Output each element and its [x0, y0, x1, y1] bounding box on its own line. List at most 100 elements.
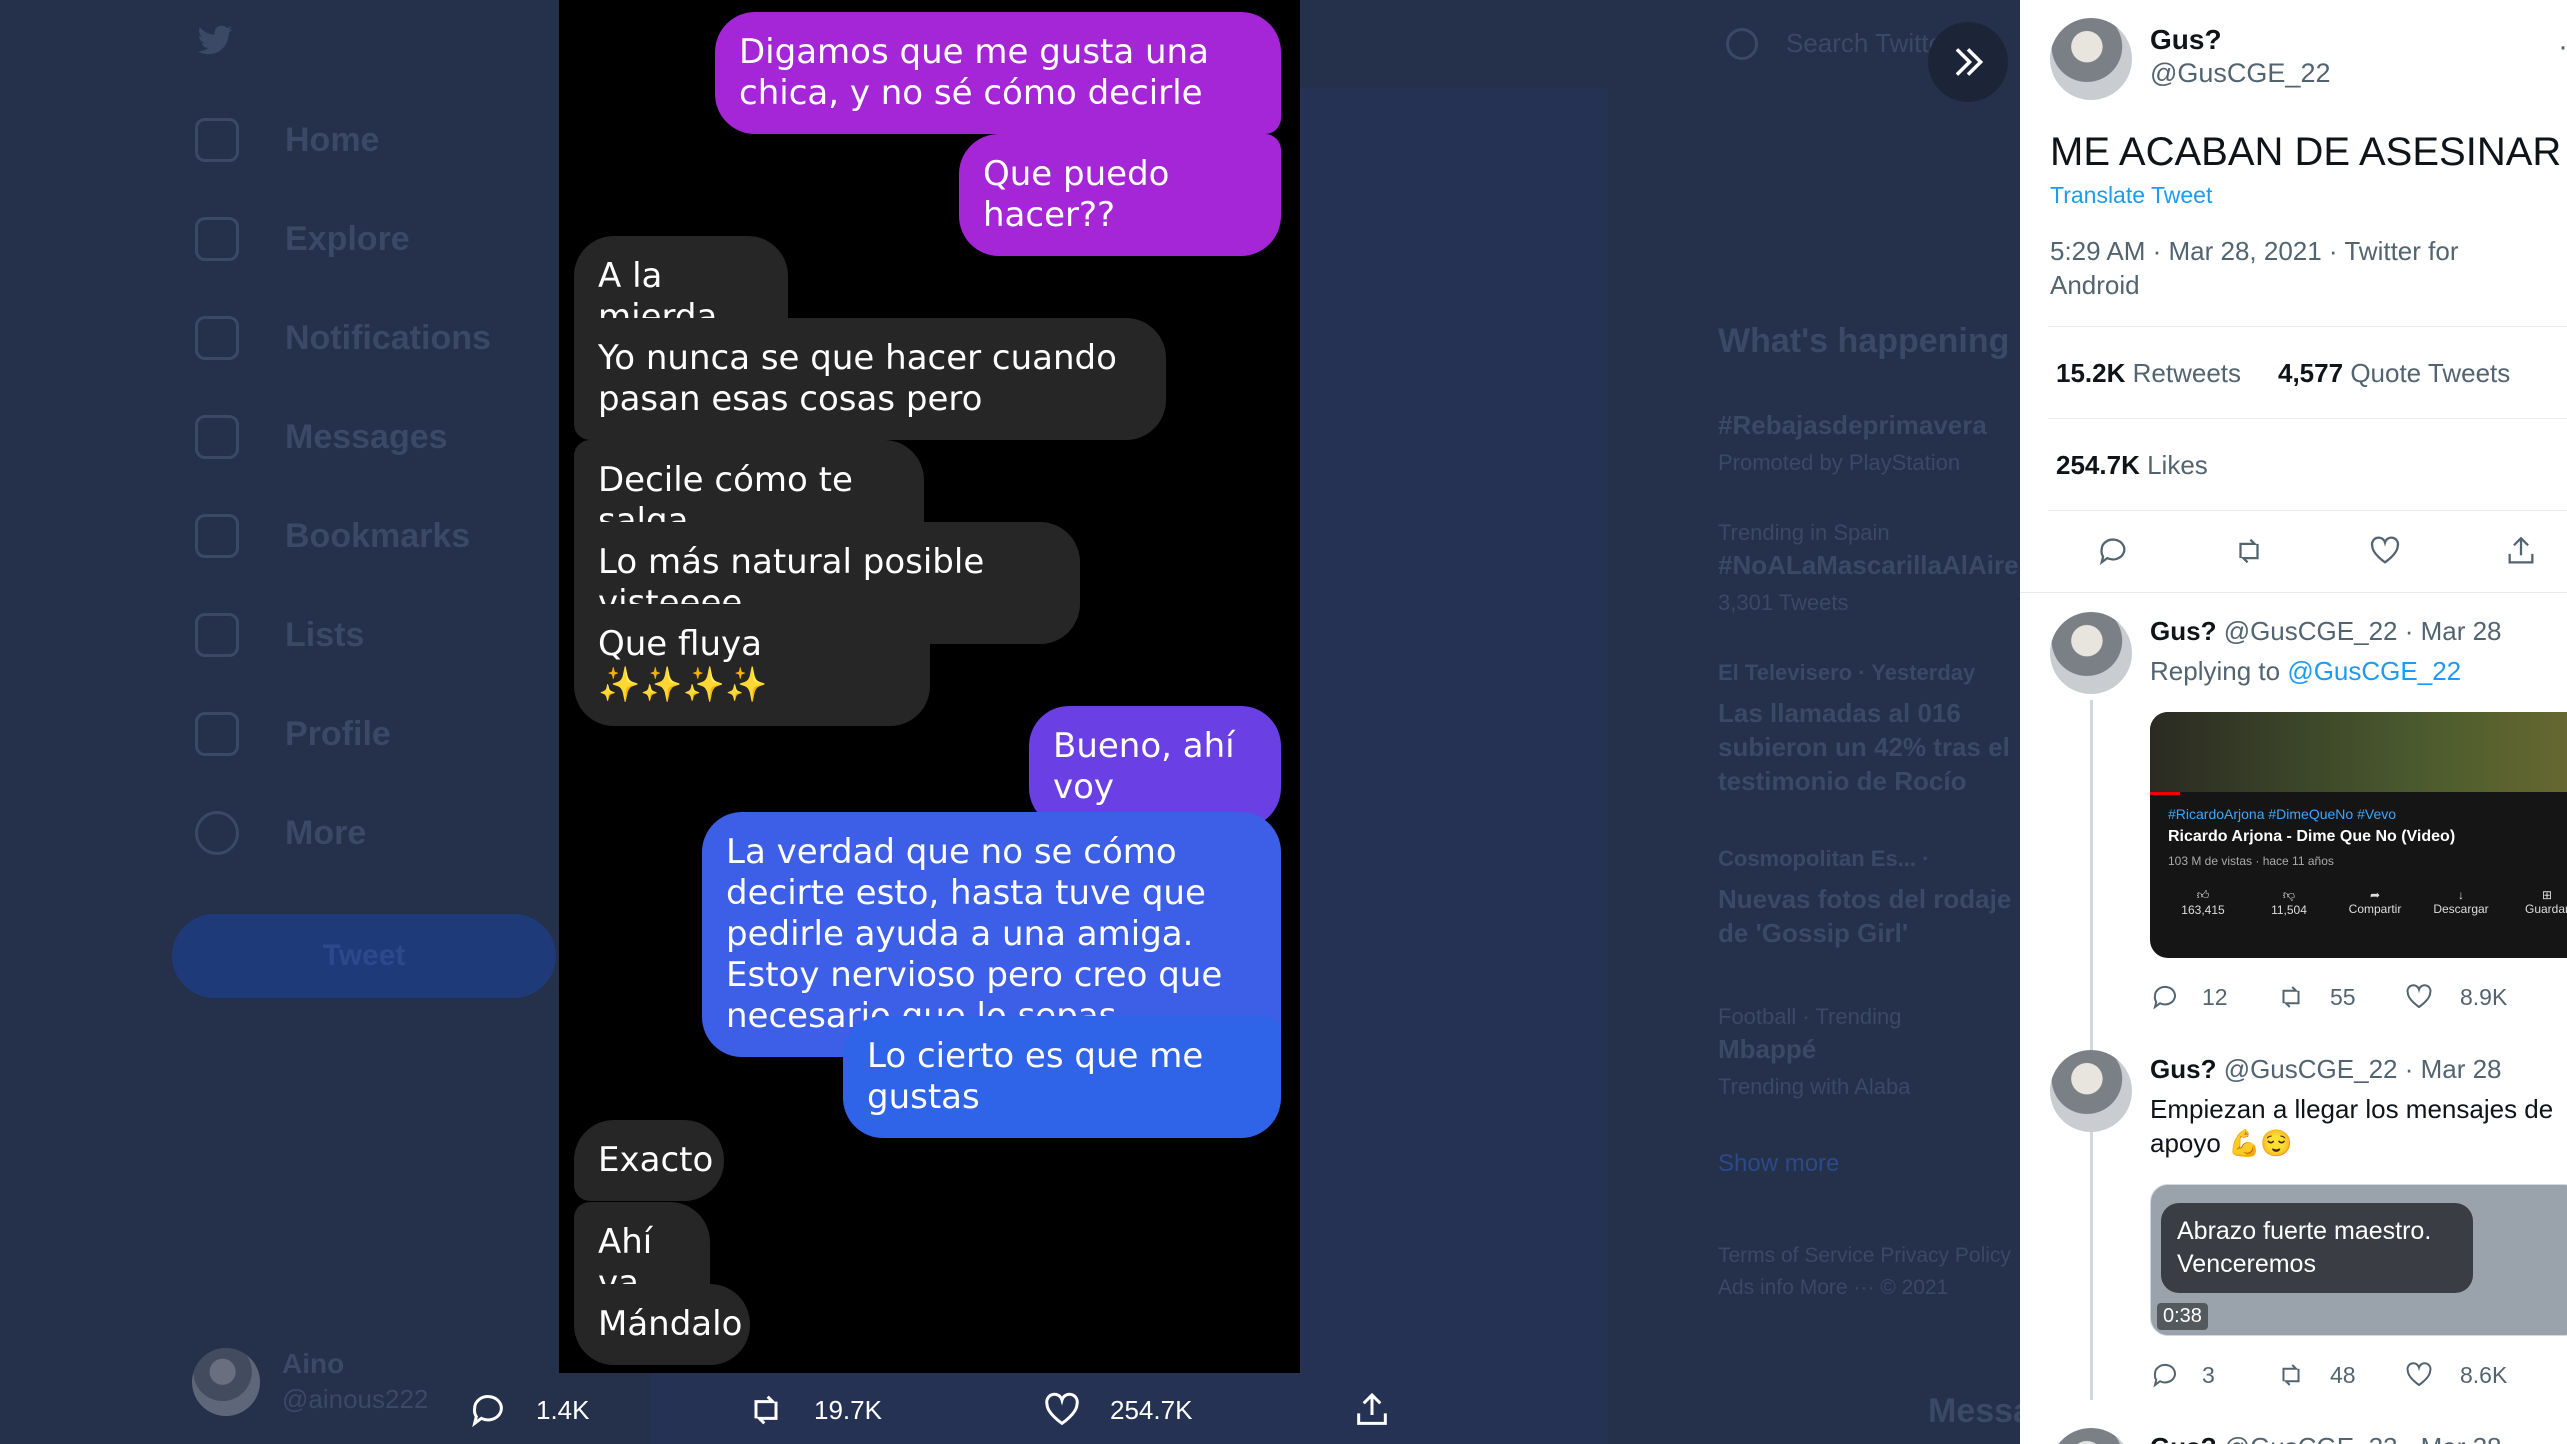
image-retweet-button[interactable]: 19.7K [746, 1390, 882, 1430]
share-button[interactable] [2504, 534, 2538, 573]
retweet-icon [754, 1395, 778, 1425]
reply-retweet-button[interactable]: 55 [2276, 982, 2356, 1012]
reply-replies-count: 3 [2202, 1361, 2215, 1388]
chat-bubble-received: Yo nunca se que hacer cuando pasan esas … [574, 318, 1166, 440]
nav-more[interactable]: More [195, 811, 366, 855]
nav-messages[interactable]: Messages [195, 415, 448, 459]
tweet-button[interactable]: Tweet [172, 914, 556, 998]
trend-title[interactable]: #Rebajasdeprimavera [1718, 410, 1987, 441]
reply-retweet-button[interactable]: 48 [2276, 1360, 2356, 1390]
search-icon [1726, 28, 1758, 60]
heart-icon [2406, 984, 2432, 1009]
account-name: Aino [282, 1348, 345, 1379]
likes-count: 254.7K [2056, 450, 2140, 480]
nav-profile[interactable]: Profile [195, 712, 391, 756]
trend-meta: El Televisero · Yesterday [1718, 660, 1976, 685]
like-count: 254.7K [1110, 1394, 1193, 1425]
video-duration: 0:38 [2157, 1303, 2208, 1330]
nav-lists[interactable]: Lists [195, 613, 364, 657]
video-card[interactable]: #RicardoArjona #DimeQueNo #Vevo Ricardo … [2150, 712, 2567, 958]
expand-button[interactable] [1928, 22, 2008, 102]
reply-avatar[interactable] [2050, 1050, 2132, 1132]
trend-title[interactable]: Las llamadas al 016 subieron un 42% tras… [1718, 696, 2018, 800]
reply-author-name: Gus? [2150, 1432, 2216, 1444]
video-like-button[interactable]: 👍︎ 163,415 [2160, 888, 2246, 917]
account-avatar[interactable] [192, 1348, 260, 1416]
replying-to: Replying to @GusCGE_22 [2150, 656, 2461, 687]
author-name[interactable]: Gus? [2150, 24, 2222, 56]
person-icon [195, 712, 239, 756]
replying-prefix: Replying to [2150, 656, 2281, 686]
chat-bubble-sent: Digamos que me gusta una chica, y no sé … [715, 12, 1281, 134]
retweet-button[interactable] [2232, 534, 2266, 573]
reply-count: 1.4K [536, 1394, 590, 1425]
author-avatar[interactable] [2050, 18, 2132, 100]
quotes-label: Quote Tweets [2350, 358, 2511, 388]
tweet-image[interactable]: Digamos que me gusta una chica, y no sé … [559, 0, 1300, 1373]
retweets-label: Retweets [2132, 358, 2242, 388]
nav-label: Bookmarks [285, 516, 471, 555]
quote-tweets-stat[interactable]: 4,577 Quote Tweets [2278, 358, 2510, 389]
video-tags: #RicardoArjona #DimeQueNo #Vevo [2168, 806, 2397, 822]
nav-label: Explore [285, 219, 410, 258]
nav-notifications[interactable]: Notifications [195, 316, 491, 360]
trend-meta: Promoted by PlayStation [1718, 450, 1961, 475]
reply-button[interactable] [2096, 534, 2130, 573]
tweet-text: ME ACABAN DE ASESINAR [2050, 130, 2562, 174]
reply-header[interactable]: Gus? @GusCGE_22 · Mar 28 [2150, 1432, 2502, 1444]
reply-like-button[interactable]: 8.9K [2404, 982, 2507, 1012]
video-progress [2150, 792, 2180, 795]
search-input[interactable]: Search Twitter [1786, 28, 1952, 59]
reply-avatar[interactable] [2050, 1428, 2132, 1444]
more-options-icon[interactable]: · [2558, 30, 2567, 64]
add-playlist-icon: ⊞ [2541, 888, 2553, 902]
show-more-link[interactable]: Show more [1718, 1150, 1839, 1178]
trend-title[interactable]: #NoALaMascarillaAlAire [1718, 550, 2019, 581]
trend-title[interactable]: Nuevas fotos del rodaje de 'Gossip Girl' [1718, 882, 2018, 950]
video-save-button[interactable]: ⊞ Guardar [2504, 888, 2567, 917]
bell-icon [195, 316, 239, 360]
message-bubble: Abrazo fuerte maestro. Venceremos [2161, 1203, 2473, 1293]
trend-title[interactable]: Mbappé [1718, 1034, 1816, 1065]
footer-links[interactable]: Terms of Service Privacy Policy Ads info… [1718, 1240, 2018, 1304]
translate-link[interactable]: Translate Tweet [2050, 182, 2212, 209]
share-arrow-icon: ➦ [2369, 888, 2381, 902]
reply-reply-button[interactable]: 12 [2150, 982, 2228, 1012]
image-share-button[interactable] [1352, 1390, 1420, 1430]
reply-retweets-count: 55 [2330, 983, 2356, 1010]
trend-meta: Trending in Spain [1718, 520, 1890, 545]
divider [2048, 326, 2567, 327]
nav-explore[interactable]: Explore [195, 217, 410, 261]
author-handle[interactable]: @GusCGE_22 [2150, 58, 2330, 89]
double-chevron-right-icon [1955, 48, 1984, 76]
nav-bookmarks[interactable]: Bookmarks [195, 514, 470, 558]
like-button[interactable] [2368, 534, 2402, 573]
reply-author-name: Gus? [2150, 616, 2217, 646]
video-button-label: Compartir [2348, 902, 2402, 916]
divider [2048, 418, 2567, 419]
image-reply-button[interactable]: 1.4K [468, 1390, 590, 1430]
video-share-button[interactable]: ➦ Compartir [2332, 888, 2418, 917]
thumbs-up-icon: 👍︎ [2196, 888, 2210, 902]
reply-header[interactable]: Gus? @GusCGE_22 · Mar 28 [2150, 616, 2502, 647]
reply-avatar[interactable] [2050, 612, 2132, 694]
reply-reply-button[interactable]: 3 [2150, 1360, 2215, 1390]
reply-video-card[interactable]: Abrazo fuerte maestro. Venceremos 0:38 [2150, 1184, 2567, 1336]
bookmark-icon [195, 514, 239, 558]
video-dislike-button[interactable]: 👎︎ 11,504 [2246, 888, 2332, 917]
retweets-stat[interactable]: 15.2K Retweets [2056, 358, 2241, 389]
nav-label: Home [285, 120, 380, 159]
reply-likes-count: 8.6K [2460, 1361, 2508, 1388]
reply-icon [2153, 985, 2176, 1010]
nav-label: Notifications [285, 318, 491, 357]
nav-home[interactable]: Home [195, 118, 379, 162]
reply-retweets-count: 48 [2330, 1361, 2356, 1388]
likes-stat[interactable]: 254.7K Likes [2056, 450, 2208, 481]
reply-header[interactable]: Gus? @GusCGE_22 · Mar 28 [2150, 1054, 2502, 1085]
video-download-button[interactable]: ↓ Descargar [2418, 888, 2504, 917]
reply-like-button[interactable]: 8.6K [2404, 1360, 2507, 1390]
heart-icon [1045, 1392, 1079, 1426]
tweet-timestamp[interactable]: 5:29 AM · Mar 28, 2021 · Twitter for And… [2050, 234, 2490, 302]
replying-to-link[interactable]: @GusCGE_22 [2287, 656, 2461, 686]
image-like-button[interactable]: 254.7K [1042, 1390, 1192, 1430]
